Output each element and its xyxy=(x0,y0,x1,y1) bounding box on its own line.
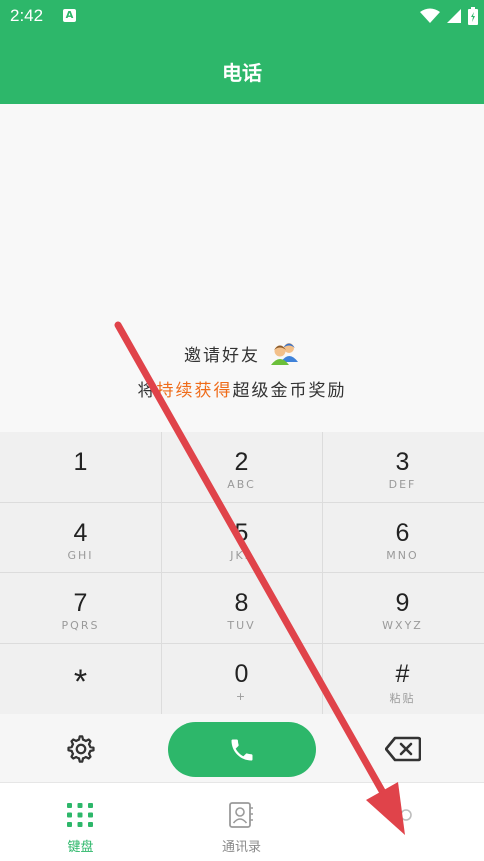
signal-icon xyxy=(447,9,461,23)
notification-app-icon: A xyxy=(63,9,76,22)
tab-third[interactable] xyxy=(322,783,483,861)
bottom-tab-bar: 键盘 通讯录 xyxy=(0,782,484,861)
tab-label: 键盘 xyxy=(67,840,94,855)
wifi-icon xyxy=(420,8,440,23)
key-digit: 6 xyxy=(395,519,410,547)
call-button[interactable] xyxy=(168,722,316,777)
settings-button[interactable] xyxy=(66,734,96,764)
key-letters: ABC xyxy=(227,478,256,491)
key-6[interactable]: 6 MNO xyxy=(322,503,483,573)
key-5[interactable]: 5 JKL xyxy=(161,503,322,573)
key-1[interactable]: 1 xyxy=(0,432,161,502)
contacts-icon xyxy=(229,802,253,828)
tab-keypad[interactable]: 键盘 xyxy=(0,783,161,861)
key-letters: GHI xyxy=(67,549,94,562)
key-letters: 粘贴 xyxy=(389,692,416,705)
divider xyxy=(0,572,484,573)
status-bar: 2:42 A xyxy=(0,0,484,32)
key-digit: 3 xyxy=(395,448,410,476)
key-7[interactable]: 7 PQRS xyxy=(0,573,161,643)
key-letters: MNO xyxy=(386,549,419,562)
gear-icon xyxy=(67,735,95,763)
dialpad-icon xyxy=(67,803,93,827)
dial-actions xyxy=(0,714,484,782)
invite-text-prefix: 将 xyxy=(137,381,157,401)
tab-icon xyxy=(400,809,412,821)
key-digit: 0 xyxy=(234,660,249,688)
header: 电话 xyxy=(0,32,484,104)
key-digit: 4 xyxy=(73,519,88,547)
system-icons xyxy=(420,6,478,26)
divider xyxy=(161,432,162,714)
invite-text-highlight: 持续获得 xyxy=(156,381,233,401)
backspace-icon xyxy=(384,736,422,762)
key-digit: 2 xyxy=(234,448,249,476)
page-title: 电话 xyxy=(222,61,262,85)
divider xyxy=(322,432,323,714)
delete-button[interactable] xyxy=(384,735,422,763)
key-digit: 9 xyxy=(395,589,410,617)
key-letters: PQRS xyxy=(61,619,100,632)
content-area: 邀请好友 将持续获得超级金币奖励 xyxy=(0,104,484,432)
key-star[interactable]: * xyxy=(0,644,161,714)
key-4[interactable]: 4 GHI xyxy=(0,503,161,573)
key-letters: WXYZ xyxy=(382,619,423,632)
key-digit: 8 xyxy=(234,589,249,617)
divider xyxy=(0,502,484,503)
key-digit: 5 xyxy=(234,519,249,547)
battery-icon xyxy=(468,7,478,25)
key-hash[interactable]: # 粘贴 xyxy=(322,644,483,714)
friends-icon xyxy=(271,343,298,365)
key-digit: * xyxy=(73,663,88,701)
key-letters: + xyxy=(235,690,248,703)
key-8[interactable]: 8 TUV xyxy=(161,573,322,643)
key-digit: 1 xyxy=(73,448,88,476)
key-3[interactable]: 3 DEF xyxy=(322,432,483,502)
key-digit: # xyxy=(395,660,410,688)
divider xyxy=(0,643,484,644)
invite-banner[interactable]: 邀请好友 将持续获得超级金币奖励 xyxy=(0,340,484,401)
invite-title: 邀请好友 xyxy=(184,345,260,366)
key-letters: JKL xyxy=(230,549,253,562)
status-time: 2:42 xyxy=(10,6,44,25)
key-letters: TUV xyxy=(227,619,256,632)
key-9[interactable]: 9 WXYZ xyxy=(322,573,483,643)
key-0[interactable]: 0 + xyxy=(161,644,322,714)
invite-text-suffix: 超级金币奖励 xyxy=(232,381,347,401)
key-letters: DEF xyxy=(388,478,417,491)
key-digit: 7 xyxy=(73,589,88,617)
phone-icon xyxy=(231,739,253,760)
key-2[interactable]: 2 ABC xyxy=(161,432,322,502)
dial-keypad: 1 2 ABC 3 DEF 4 GHI 5 JKL 6 MNO 7 PQRS 8 TUV 9 W… xyxy=(0,432,484,714)
tab-contacts[interactable]: 通讯录 xyxy=(161,783,322,861)
tab-label: 通讯录 xyxy=(221,840,261,855)
